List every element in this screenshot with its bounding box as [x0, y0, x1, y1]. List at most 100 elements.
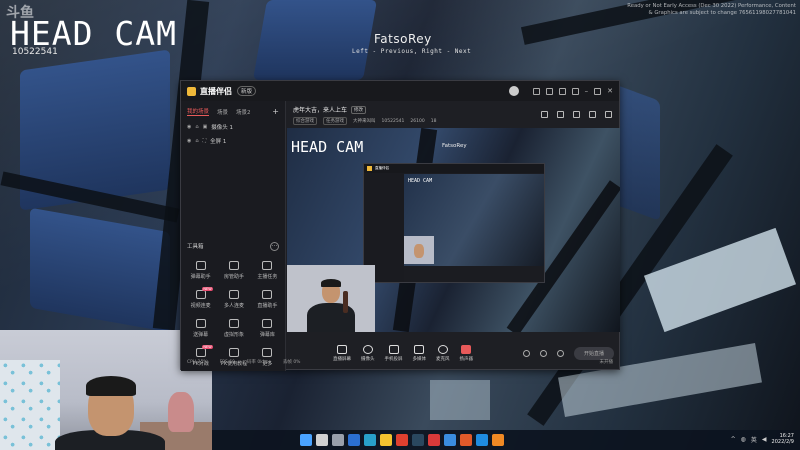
scene-tabs: 我的场景 场景 场景2 + [181, 101, 285, 120]
assistant-icon [262, 290, 273, 299]
message-icon[interactable] [545, 87, 553, 95]
category-tag[interactable]: 综合游戏 [293, 117, 317, 125]
preview-person-hair [321, 279, 341, 287]
app-logo-icon [187, 86, 196, 96]
app4-icon[interactable] [476, 434, 488, 446]
tool-label: 送弹幕 [193, 332, 209, 338]
sub-category: 大神来叫叫 [353, 119, 376, 124]
eye-icon[interactable]: ◉ [187, 138, 191, 144]
cpu-status: CPU 25% [187, 359, 208, 365]
edge-icon[interactable] [364, 434, 376, 446]
webcam-person-hair [86, 376, 136, 396]
scene-item-label: 全屏 1 [210, 139, 227, 145]
clock[interactable]: 16:27 2022/2/9 [772, 433, 794, 445]
game-snow [430, 380, 490, 420]
tab-my-scenes[interactable]: 我的场景 [187, 107, 210, 116]
toolbox-grid: 弹幕助手 房管助手 主播任务 NEW 视频连麦 多人连麦 直播助手 送弹幕 虚拟形… [184, 261, 284, 367]
minimize-button[interactable]: – [585, 87, 589, 95]
tool-video-link[interactable]: NEW 视频连麦 [184, 287, 217, 309]
version-badge[interactable]: 新版 [237, 86, 257, 96]
multi-link-icon [228, 290, 239, 299]
scene-item-fullscreen[interactable]: ◉ ⌂ ⛶ 全屏 1 [181, 134, 285, 148]
user-avatar[interactable] [508, 86, 519, 96]
tool-label: 虚拟形象 [223, 332, 244, 338]
taskview-icon[interactable] [332, 434, 344, 446]
preview-player-name: FatsoRey [442, 143, 467, 149]
app-sidebar: 我的场景 场景 场景2 + ◉ ⌂ ▣ 摄像头 1 ◉ ⌂ ⛶ 全屏 1 工具箱… [181, 101, 286, 371]
language-icon[interactable]: 英 [751, 435, 757, 444]
settings-icon[interactable] [558, 87, 566, 95]
skin-icon[interactable] [532, 87, 540, 95]
tool-danmaku-helper[interactable]: 弹幕助手 [184, 261, 217, 280]
search-icon[interactable] [316, 434, 328, 446]
bell-icon[interactable] [589, 111, 596, 118]
windows-icon[interactable] [300, 434, 312, 446]
tasks-icon [262, 261, 273, 270]
fan-count: 18 [430, 118, 437, 124]
tab-scene-2[interactable]: 场景2 [236, 108, 251, 116]
tool-avatar[interactable]: 虚拟形象 [217, 319, 250, 338]
streaming-app-window: 直播伴侣 新版 – ✕ 我的场景 场景 场景2 + ◉ ⌂ ▣ 摄像头 1 ◉ [180, 80, 620, 371]
room-id-overlay: 10522541 [12, 47, 58, 57]
eye-icon[interactable]: ◉ [187, 124, 191, 130]
tool-label: 直播助手 [257, 303, 278, 309]
lock-icon[interactable]: ⌂ [195, 138, 198, 144]
edit-title-button[interactable]: 修改 [351, 105, 367, 114]
maximize-button[interactable] [594, 87, 602, 95]
preview-webcam [287, 265, 375, 332]
spectating-player-name: FatsoRey [374, 32, 432, 46]
app5-icon[interactable] [492, 434, 504, 446]
tool-label: 弹幕助手 [190, 274, 211, 280]
app-titlebar: 直播伴侣 新版 – ✕ [181, 81, 619, 101]
spectate-hint: Left - Previous, Right - Next [352, 48, 472, 55]
scene-item-label: 摄像头 1 [211, 125, 234, 131]
steam-icon[interactable] [412, 434, 424, 446]
tool-danmaku-library[interactable]: 弹幕库 [251, 319, 284, 338]
lock-icon[interactable]: ⌂ [195, 124, 198, 130]
record-icon[interactable] [557, 111, 564, 118]
nested-app-capture: 直播伴侣 HEAD CAM [363, 163, 545, 283]
phone-icon [388, 344, 399, 354]
new-badge: NEW [202, 287, 213, 291]
toolbox-more-button[interactable]: ··· [270, 242, 279, 251]
dropped-status: 丢帧 0% [282, 360, 301, 365]
tool-send-danmaku[interactable]: 送弹幕 [184, 319, 217, 338]
scene-item-camera[interactable]: ◉ ⌂ ▣ 摄像头 1 [181, 120, 285, 134]
explorer-icon[interactable] [380, 434, 392, 446]
close-button[interactable]: ✕ [607, 87, 613, 95]
stream-header: 虎年大吉，来人上车 修改 综合游戏 任务游戏 大神来叫叫 10522541 26… [287, 101, 620, 125]
volume-icon[interactable]: ◀ [762, 436, 767, 443]
preview-head-cam-title: HEAD CAM [291, 138, 364, 156]
app1-icon[interactable] [396, 434, 408, 446]
stream-preview[interactable]: HEAD CAM FatsoRey 直播伴侣 HEAD CAM [287, 128, 620, 332]
live-status: 未开播 [599, 360, 614, 365]
menu-icon[interactable] [571, 87, 579, 95]
clock-date: 2022/2/9 [771, 439, 794, 445]
nested-webcam [404, 236, 434, 264]
camera-icon [362, 344, 373, 354]
tool-room-admin[interactable]: 房管助手 [217, 261, 250, 280]
tool-live-assistant[interactable]: 直播助手 [251, 290, 284, 309]
chevron-up-icon[interactable]: ^ [731, 436, 736, 443]
library-icon [262, 319, 273, 328]
add-scene-button[interactable]: + [272, 107, 279, 116]
stream-title: 虎年大吉，来人上车 [293, 107, 348, 114]
game-icon[interactable] [428, 434, 440, 446]
network-icon[interactable]: ◍ [741, 436, 746, 443]
tab-scene[interactable]: 场景 [217, 108, 228, 116]
more-icon[interactable] [605, 111, 612, 118]
share-icon[interactable] [541, 111, 548, 118]
app3-icon[interactable] [460, 434, 472, 446]
app2-icon[interactable] [444, 434, 456, 446]
nested-face [414, 244, 424, 258]
status-bar: CPU 25% FPS 60 码率 0kbps 丢帧 0% 未开播 [181, 355, 619, 369]
tool-streamer-tasks[interactable]: 主播任务 [251, 261, 284, 280]
widgets-icon[interactable] [348, 434, 360, 446]
sub-category-tag[interactable]: 任务游戏 [323, 117, 347, 125]
nested-titlebar: 直播伴侣 [364, 164, 544, 173]
app-name: 直播伴侣 [200, 86, 232, 96]
room-id: 10522541 [381, 118, 405, 124]
new-badge: NEW [202, 345, 213, 349]
tool-multi-link[interactable]: 多人连麦 [217, 290, 250, 309]
gift-icon[interactable] [573, 111, 580, 118]
